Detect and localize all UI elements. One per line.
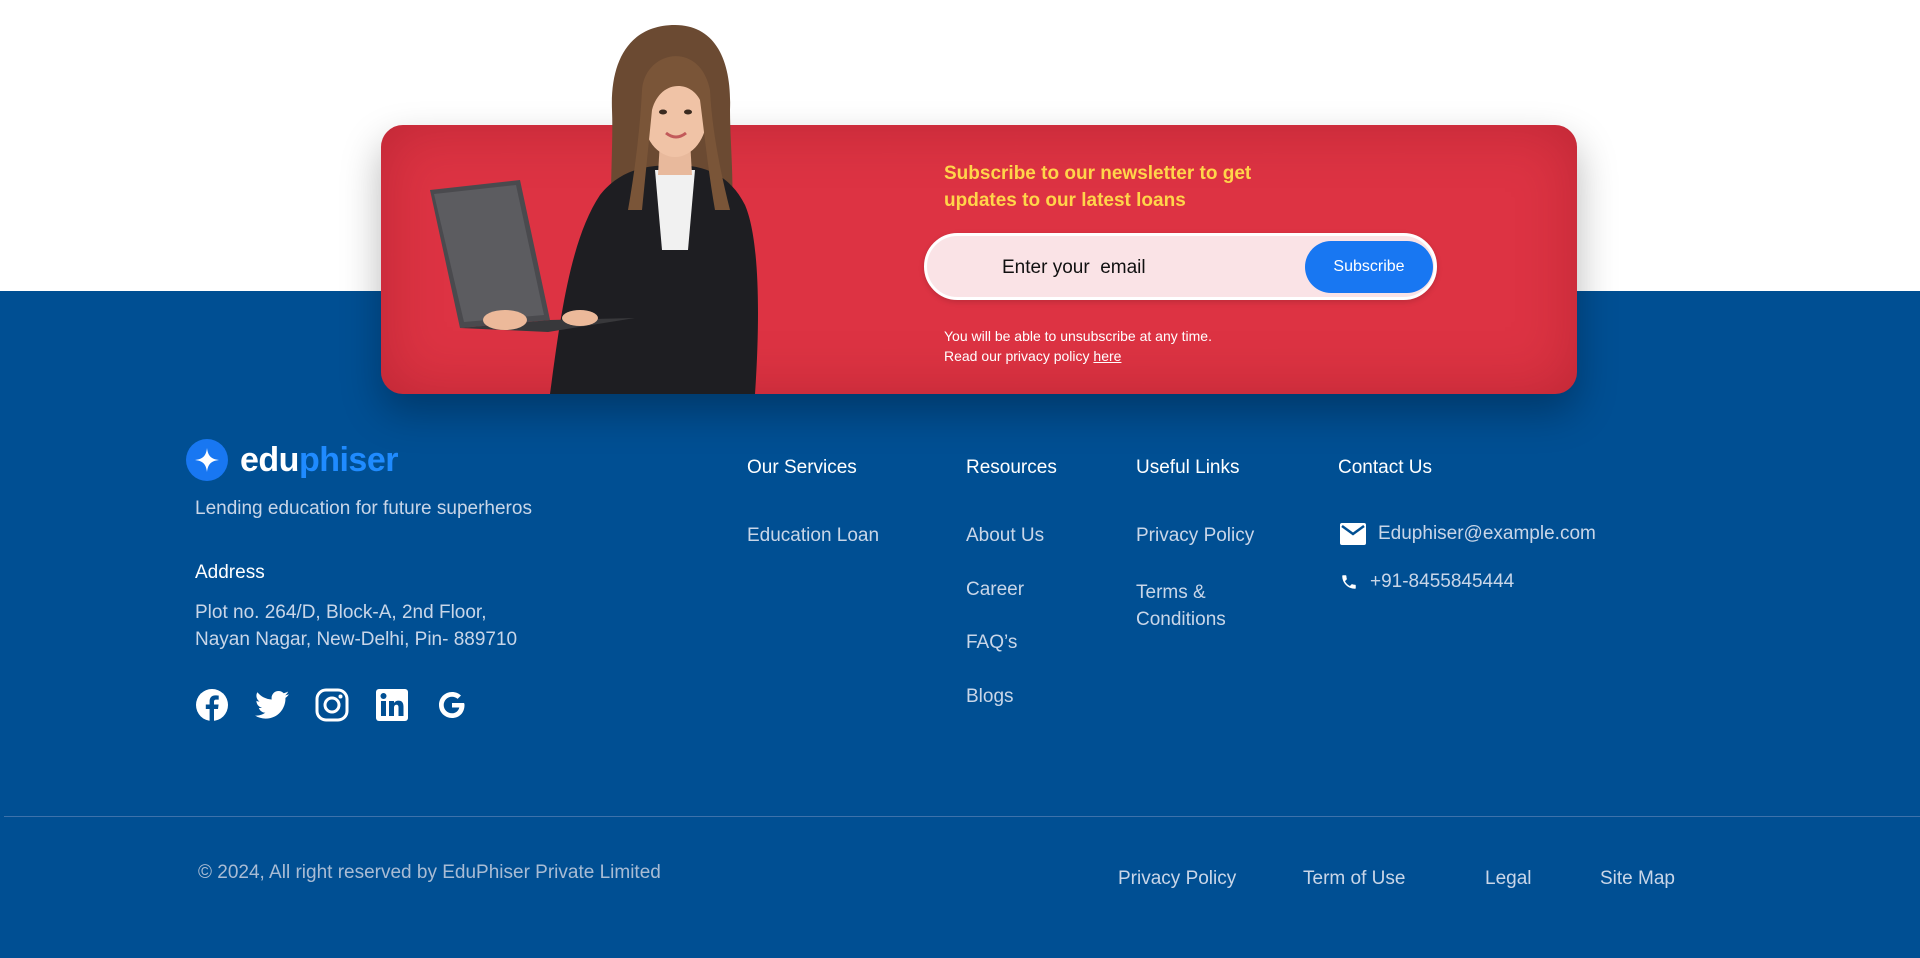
our-services-heading: Our Services: [747, 457, 857, 478]
copyright-text: © 2024, All right reserved by EduPhiser …: [198, 862, 661, 883]
brand-tagline: Lending education for future superheros: [195, 498, 532, 519]
about-us-link[interactable]: About Us: [966, 522, 1044, 549]
newsletter-title-line1: Subscribe to our newsletter to get: [944, 163, 1252, 184]
privacy-note-text: Read our privacy policy: [944, 348, 1094, 364]
newsletter-form: Subscribe: [924, 233, 1437, 300]
logo-text-edu: edu: [240, 440, 299, 479]
unsubscribe-note: You will be able to unsubscribe at any t…: [944, 326, 1212, 366]
career-link[interactable]: Career: [966, 576, 1024, 603]
subscribe-button[interactable]: Subscribe: [1305, 241, 1433, 293]
privacy-policy-link[interactable]: Privacy Policy: [1136, 522, 1254, 549]
mail-icon: [1340, 523, 1366, 545]
facebook-icon[interactable]: [195, 688, 229, 722]
useful-links-heading: Useful Links: [1136, 457, 1240, 478]
google-icon[interactable]: [435, 688, 469, 722]
logo-text-phiser: phiser: [298, 440, 399, 479]
bottom-term-of-use-link[interactable]: Term of Use: [1303, 868, 1405, 890]
bottom-site-map-link[interactable]: Site Map: [1600, 868, 1675, 890]
terms-line-2: Conditions: [1136, 609, 1226, 630]
linkedin-icon[interactable]: [375, 688, 409, 722]
sparkle-logo-icon: [186, 439, 228, 481]
privacy-here-link[interactable]: here: [1093, 348, 1121, 364]
bottom-privacy-policy-link[interactable]: Privacy Policy: [1118, 868, 1236, 890]
woman-with-laptop-image: [430, 25, 758, 394]
resources-heading: Resources: [966, 457, 1057, 478]
social-links: [195, 688, 469, 722]
twitter-icon[interactable]: [255, 688, 289, 722]
footer-divider: [4, 816, 1920, 817]
contact-us-heading: Contact Us: [1338, 457, 1432, 478]
address-line-1: Plot no. 264/D, Block-A, 2nd Floor,: [195, 602, 487, 623]
logo-wordmark: eduphiser: [240, 440, 399, 480]
terms-line-1: Terms &: [1136, 582, 1206, 603]
terms-conditions-link[interactable]: Terms & Conditions: [1136, 579, 1226, 633]
address-line-2: Nayan Nagar, New-Delhi, Pin- 889710: [195, 629, 518, 650]
eduphiser-logo[interactable]: eduphiser: [186, 439, 399, 481]
contact-email-text: Eduphiser@example.com: [1378, 523, 1596, 544]
contact-phone[interactable]: +91-8455845444: [1340, 571, 1514, 593]
instagram-icon[interactable]: [315, 688, 349, 722]
contact-phone-text: +91-8455845444: [1370, 571, 1515, 592]
blogs-link[interactable]: Blogs: [966, 683, 1014, 710]
unsubscribe-line: You will be able to unsubscribe at any t…: [944, 328, 1212, 344]
email-input[interactable]: [1002, 253, 1292, 283]
contact-email[interactable]: Eduphiser@example.com: [1340, 523, 1596, 545]
newsletter-title-line2: updates to our latest loans: [944, 190, 1186, 211]
education-loan-link[interactable]: Education Loan: [747, 522, 879, 549]
faqs-link[interactable]: FAQ’s: [966, 629, 1017, 656]
address-heading: Address: [195, 562, 265, 583]
phone-icon: [1340, 573, 1358, 591]
privacy-note: Read our privacy policy here: [944, 346, 1212, 366]
newsletter-title: Subscribe to our newsletter to get updat…: [944, 160, 1304, 214]
bottom-legal-link[interactable]: Legal: [1485, 868, 1532, 890]
